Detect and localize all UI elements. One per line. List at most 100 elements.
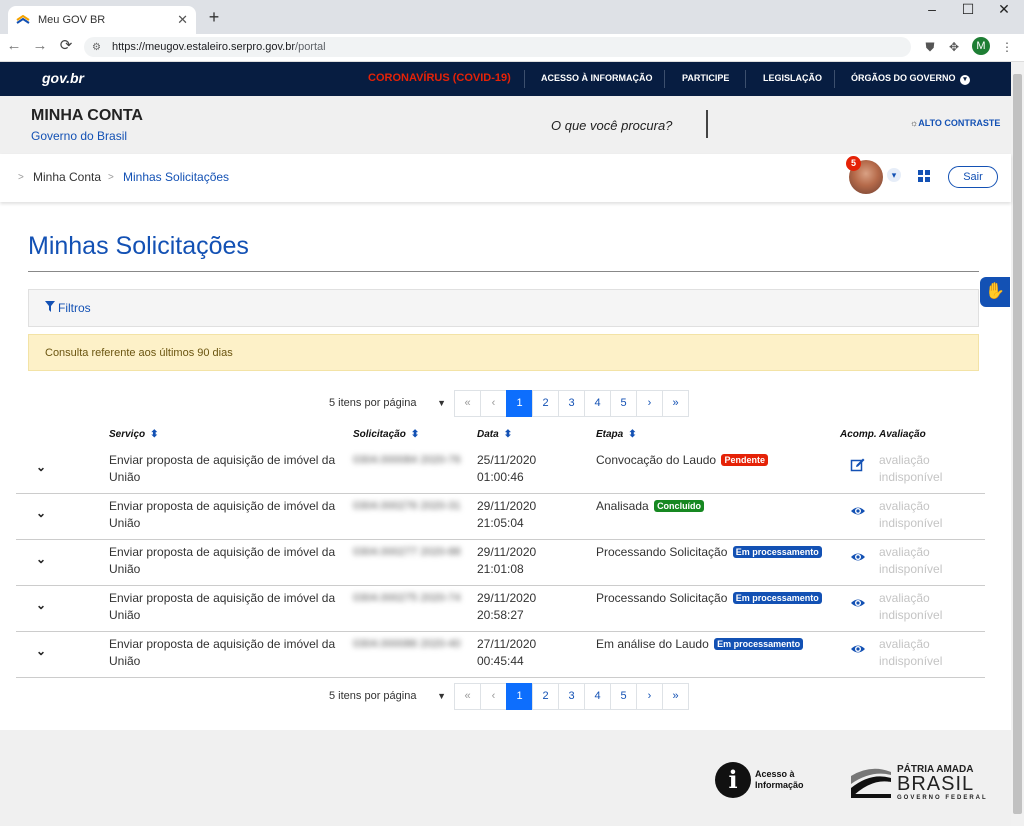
column-label: Serviço [109, 429, 146, 440]
eye-icon[interactable] [850, 503, 866, 519]
site-info-icon[interactable]: ⚙ [92, 42, 104, 53]
cell-etapa: Convocação do Laudo Pendente [596, 452, 836, 469]
sort-icon[interactable]: ⬍ [411, 429, 419, 440]
page-1-button[interactable]: 1 [506, 389, 533, 417]
eye-icon[interactable] [850, 641, 866, 657]
etapa-text: Processando Solicitação [596, 545, 728, 559]
page-1-button[interactable]: 1 [506, 682, 533, 710]
cell-data: 27/11/2020 00:45:44 [477, 637, 537, 668]
filters-toggle[interactable]: Filtros [28, 289, 979, 327]
apps-grid-icon[interactable] [918, 170, 930, 182]
edit-icon[interactable] [850, 457, 866, 473]
sort-icon[interactable]: ⬍ [628, 429, 636, 440]
expand-row-chevron-icon[interactable]: ⌄ [36, 460, 50, 474]
status-badge: Em processamento [714, 638, 804, 650]
eye-icon[interactable] [850, 549, 866, 565]
cell-data: 29/11/2020 21:05:04 [477, 499, 537, 530]
govbr-favicon-icon [16, 13, 30, 27]
cell-servico: Enviar proposta de aquisição de imóvel d… [109, 545, 336, 576]
status-badge: Pendente [721, 454, 768, 466]
browser-menu-icon[interactable]: ⋮ [998, 38, 1016, 56]
table-row: ⌄ Enviar proposta de aquisição de imóvel … [16, 540, 985, 586]
patria-amada-brasil-logo[interactable]: PÁTRIA AMADA BRASIL GOVERNO FEDERAL [849, 765, 988, 803]
header-subtitle[interactable]: Governo do Brasil [31, 129, 127, 143]
page-3-button[interactable]: 3 [558, 389, 585, 417]
per-page-select[interactable]: 5 itens por página ▼ [320, 683, 450, 709]
nav-divider [524, 70, 525, 88]
filter-icon [45, 301, 55, 315]
expand-row-chevron-icon[interactable]: ⌄ [36, 598, 50, 612]
back-button[interactable]: ← [4, 38, 24, 56]
table-row: ⌄ Enviar proposta de aquisição de imóvel … [16, 494, 985, 540]
cell-avaliacao: avaliação indisponível [879, 453, 943, 484]
scrollbar-thumb[interactable] [1013, 74, 1022, 814]
expand-row-chevron-icon[interactable]: ⌄ [36, 552, 50, 566]
tab-close-icon[interactable]: ✕ [177, 12, 188, 28]
column-header-solicitacao[interactable]: Solicitação ⬍ [353, 429, 419, 440]
per-page-select[interactable]: 5 itens por página ▼ [320, 390, 450, 416]
page-last-button[interactable]: » [662, 389, 689, 417]
expand-row-chevron-icon[interactable]: ⌄ [36, 506, 50, 520]
nav-coronavirus-link[interactable]: CORONAVÍRUS (COVID-19) [368, 72, 511, 84]
nav-participe-link[interactable]: PARTICIPE [682, 73, 729, 83]
sort-icon[interactable]: ⬍ [504, 429, 512, 440]
site-header [0, 96, 1011, 154]
minimize-button[interactable]: – [914, 0, 950, 20]
cell-solicitacao: 0304.000084 2020-76 [353, 454, 461, 466]
column-header-etapa[interactable]: Etapa ⬍ [596, 429, 637, 440]
page-4-button[interactable]: 4 [584, 389, 611, 417]
column-header-servico[interactable]: Serviço ⬍ [109, 429, 159, 440]
page-5-button[interactable]: 5 [610, 682, 637, 710]
notification-badge[interactable]: 5 [846, 156, 861, 171]
user-menu-chevron-icon[interactable]: ▾ [887, 168, 901, 182]
breadcrumb-chevron-icon: > [108, 172, 114, 183]
page-scrollbar[interactable] [1011, 62, 1024, 826]
govbr-logo[interactable]: gov.br [42, 70, 84, 86]
vlibras-hand-icon[interactable]: ✋ [980, 277, 1010, 307]
browser-profile-avatar[interactable]: M [972, 37, 990, 55]
breadcrumb-home-link[interactable]: Minha Conta [33, 170, 101, 184]
url-host: https://meugov.estaleiro.serpro.gov.br [112, 41, 296, 53]
reload-button[interactable]: ⟳ [56, 38, 76, 56]
eye-icon[interactable] [850, 595, 866, 611]
select-chevron-icon: ▼ [437, 398, 446, 408]
sort-icon[interactable]: ⬍ [150, 429, 158, 440]
etapa-text: Processando Solicitação [596, 591, 728, 605]
page-first-button[interactable]: « [454, 389, 481, 417]
page-next-button[interactable]: › [636, 682, 663, 710]
page-next-button[interactable]: › [636, 389, 663, 417]
nav-divider [664, 70, 665, 88]
new-tab-button[interactable]: + [204, 8, 224, 28]
forward-button[interactable]: → [30, 38, 50, 56]
url-input[interactable]: ⚙ https://meugov.estaleiro.serpro.gov.br… [84, 37, 911, 57]
search-prompt[interactable]: O que você procura? [551, 118, 672, 133]
page-3-button[interactable]: 3 [558, 682, 585, 710]
status-badge: Em processamento [732, 546, 822, 558]
page-5-button[interactable]: 5 [610, 389, 637, 417]
nav-orgaos-link[interactable]: ÓRGÃOS DO GOVERNO ▾ [851, 73, 971, 85]
high-contrast-toggle[interactable]: ☼ALTO CONTRASTE [910, 118, 1000, 128]
nav-legislacao-link[interactable]: LEGISLAÇÃO [763, 73, 822, 83]
page-last-button[interactable]: » [662, 682, 689, 710]
page-prev-button[interactable]: ‹ [480, 682, 507, 710]
tab-title: Meu GOV BR [38, 14, 106, 26]
expand-row-chevron-icon[interactable]: ⌄ [36, 644, 50, 658]
close-window-button[interactable]: ✕ [986, 0, 1022, 20]
browser-tab[interactable]: Meu GOV BR ✕ [8, 6, 196, 34]
page-prev-button[interactable]: ‹ [480, 389, 507, 417]
column-header-data[interactable]: Data ⬍ [477, 429, 512, 440]
shield-extension-icon[interactable]: ⛊ [921, 38, 939, 56]
page-2-button[interactable]: 2 [532, 682, 559, 710]
title-divider [28, 271, 979, 272]
acesso-informacao-logo[interactable]: i Acesso à Informação [715, 762, 804, 798]
cell-solicitacao: 0304.000276 2020-31 [353, 500, 461, 512]
page-4-button[interactable]: 4 [584, 682, 611, 710]
nav-acesso-informacao-link[interactable]: ACESSO À INFORMAÇÃO [541, 73, 653, 83]
puzzle-extension-icon[interactable]: ✥ [945, 38, 963, 56]
page-2-button[interactable]: 2 [532, 389, 559, 417]
maximize-button[interactable]: ☐ [950, 0, 986, 20]
page-first-button[interactable]: « [454, 682, 481, 710]
logout-button[interactable]: Sair [948, 166, 998, 188]
chevron-down-icon: ▾ [960, 75, 971, 85]
breadcrumb-chevron-icon: > [18, 172, 24, 183]
